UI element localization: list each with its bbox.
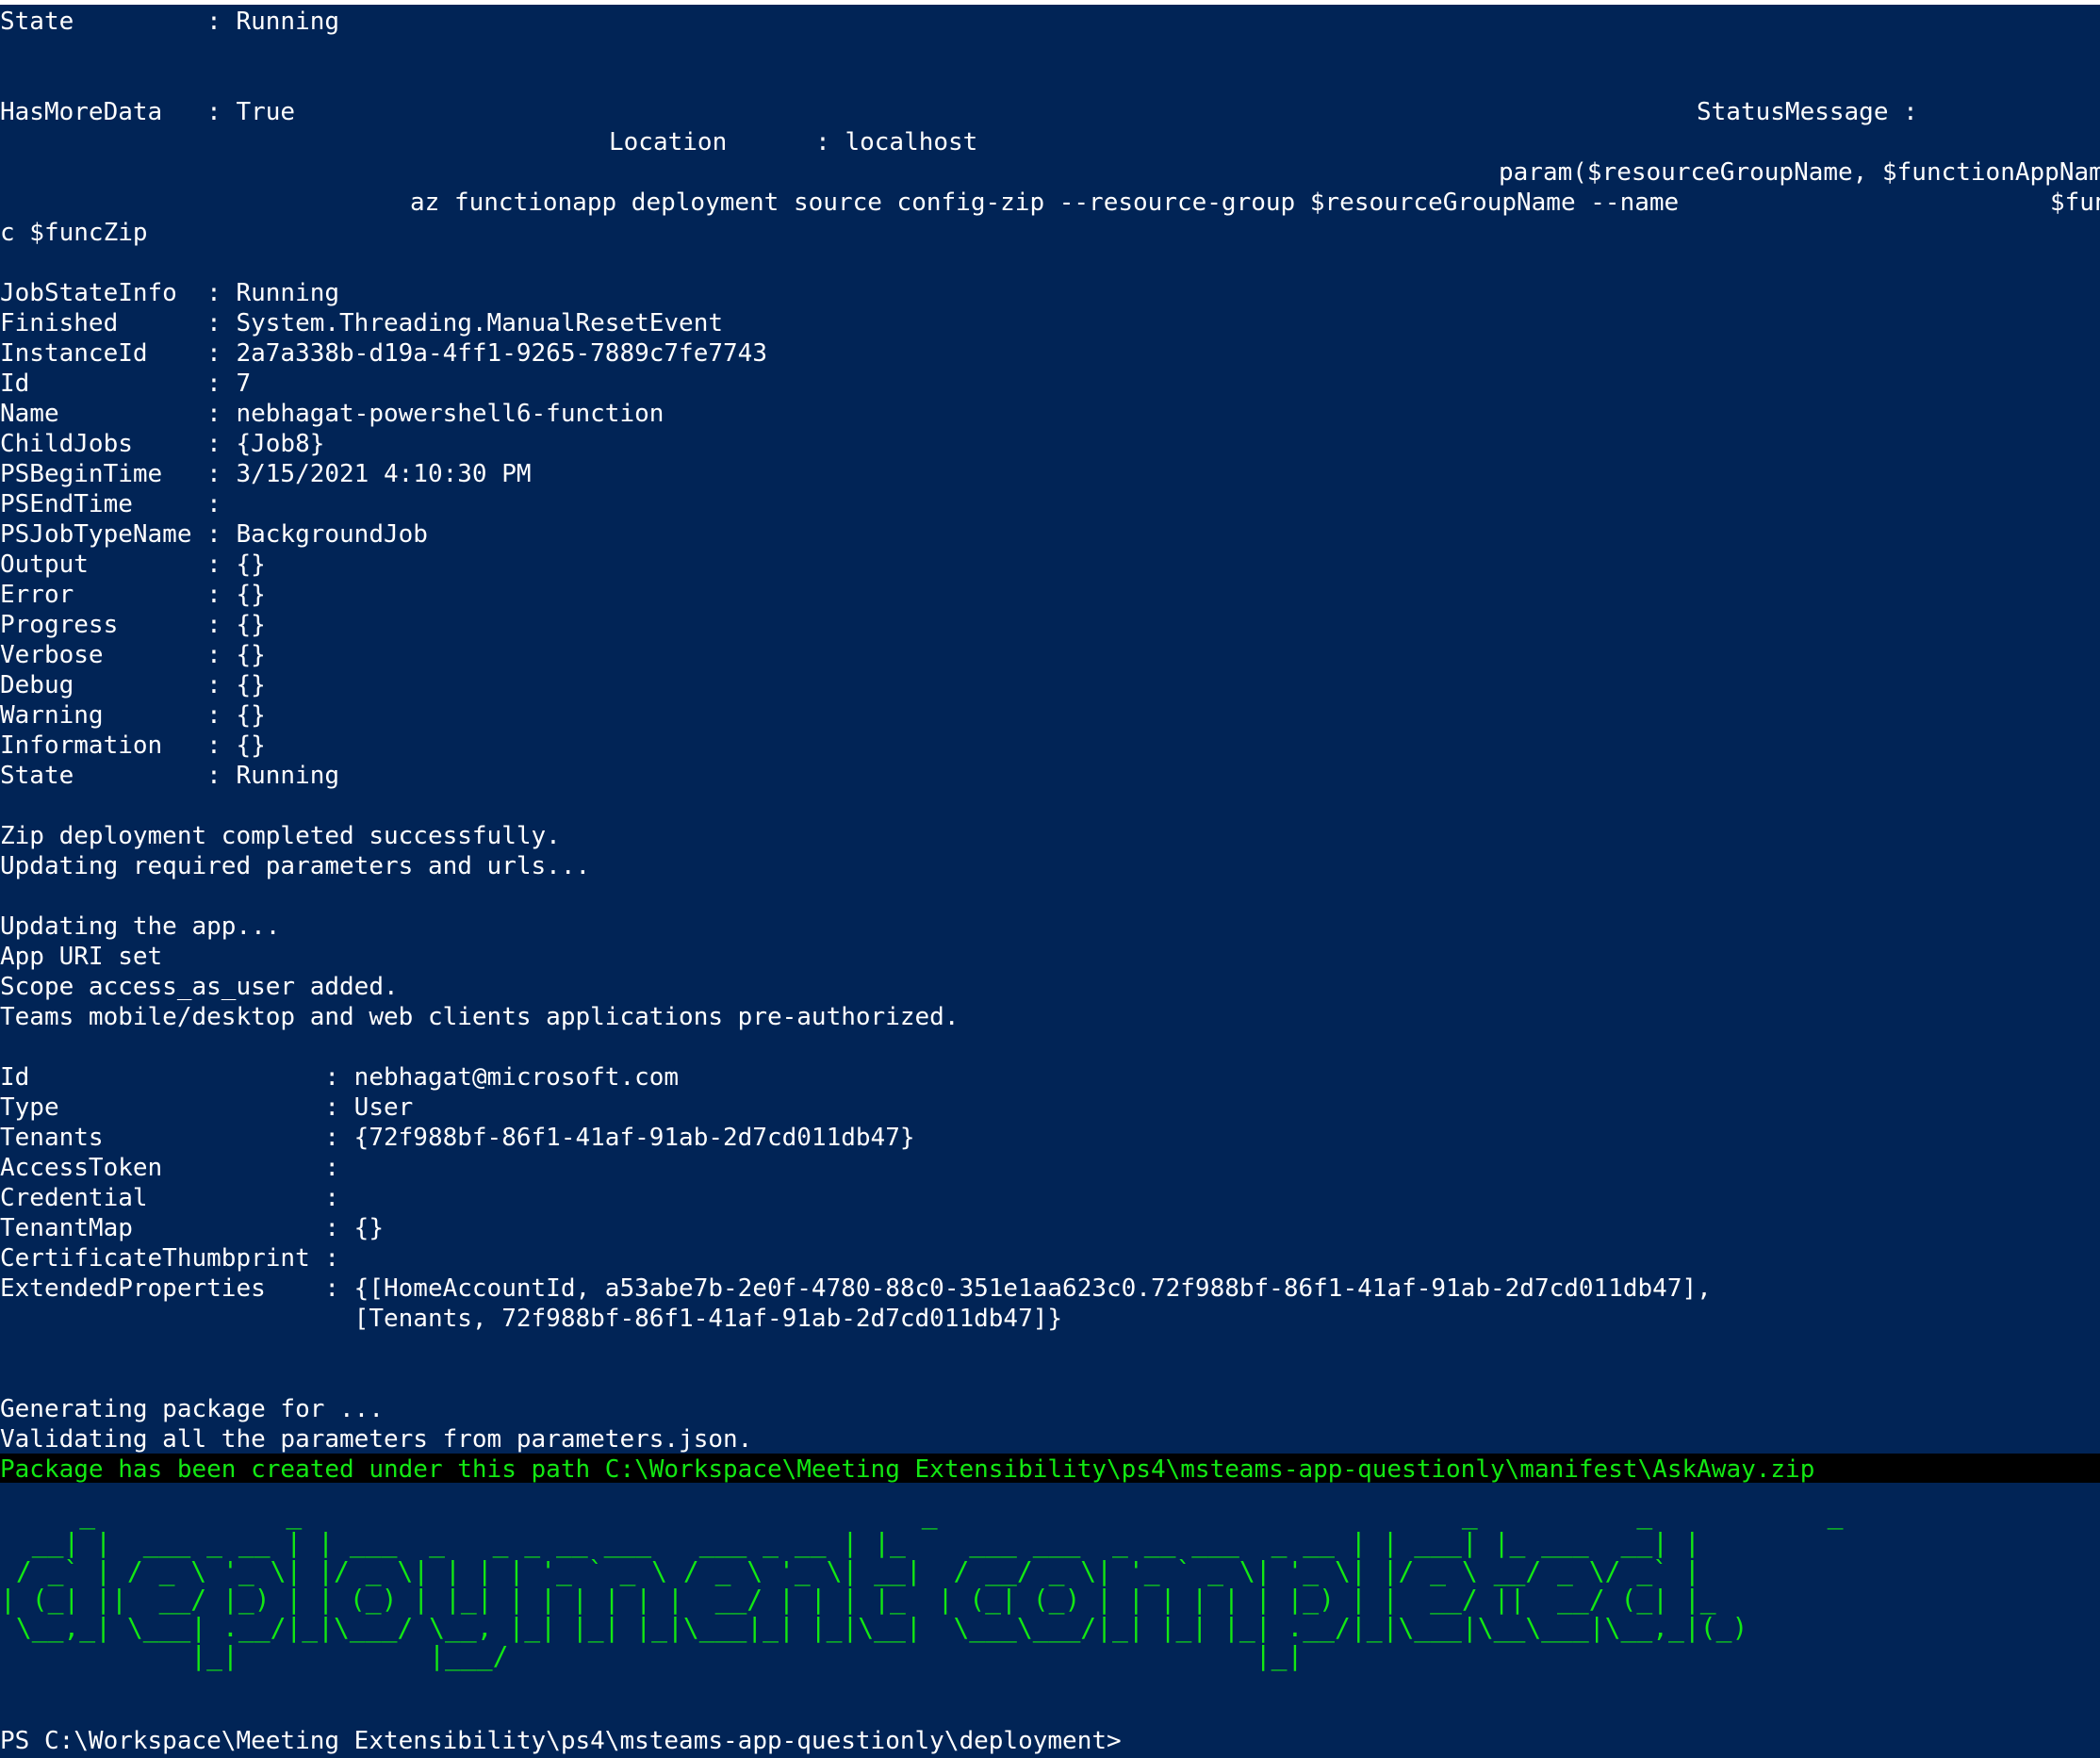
console-line: ExtendedProperties : {[HomeAccountId, a5… [0, 1274, 1712, 1303]
console-line: Id : nebhagat@microsoft.com [0, 1063, 680, 1092]
powershell-console[interactable]: State : Running HasMoreData : True Statu… [0, 5, 2100, 1758]
console-line: TenantMap : {} [0, 1214, 384, 1242]
console-line: Updating required parameters and urls... [0, 852, 591, 880]
console-line: Validating all the parameters from param… [0, 1425, 753, 1454]
console-line: Credential : [0, 1184, 340, 1212]
console-line: HasMoreData : True [0, 98, 296, 126]
deployment-completed-banner: _ _ _ _ _ _ __| | ___ _ __ | | ___ _ _ _… [0, 1499, 1844, 1671]
console-line: Location : localhost [609, 128, 978, 156]
command-prompt[interactable]: PS C:\Workspace\Meeting Extensibility\ps… [0, 1726, 1122, 1756]
console-line: az functionapp deployment source config-… [410, 189, 1680, 217]
console-line: Id : 7 [0, 370, 252, 398]
console-line: App URI set [0, 943, 163, 971]
console-line: JobStateInfo : Running [0, 279, 340, 307]
console-line: State : Running [0, 762, 340, 790]
console-line: Warning : {} [0, 701, 266, 730]
console-line: Debug : {} [0, 671, 266, 699]
console-line: Type : User [0, 1093, 414, 1122]
console-line: Name : nebhagat-powershell6-function [0, 400, 664, 428]
console-line: PSJobTypeName : BackgroundJob [0, 520, 428, 549]
console-line: Scope access_as_user added. [0, 973, 399, 1001]
console-line: Tenants : {72f988bf-86f1-41af-91ab-2d7cd… [0, 1124, 915, 1152]
console-line: ChildJobs : {Job8} [0, 430, 325, 458]
console-line: Output : {} [0, 550, 266, 579]
console-line: Zip deployment completed successfully. [0, 822, 561, 850]
console-line: PSEndTime : [0, 490, 221, 518]
console-line: Progress : {} [0, 611, 266, 639]
console-line: PSBeginTime : 3/15/2021 4:10:30 PM [0, 460, 532, 488]
console-line: InstanceId : 2a7a338b-d19a-4ff1-9265-788… [0, 339, 767, 368]
console-line: Verbose : {} [0, 641, 266, 669]
console-line: param($resourceGroupName, $functionAppNa… [1499, 158, 2100, 187]
console-line: $fun [2050, 189, 2100, 217]
console-line: Updating the app... [0, 912, 281, 941]
console-line: AccessToken : [0, 1154, 340, 1182]
console-line: [Tenants, 72f988bf-86f1-41af-91ab-2d7cd0… [0, 1305, 1063, 1333]
success-message: Package has been created under this path… [0, 1455, 1815, 1484]
console-line: Information : {} [0, 731, 266, 760]
console-line: Error : {} [0, 581, 266, 609]
console-line: c $funcZip [0, 219, 148, 247]
console-line: StatusMessage : [1697, 98, 1918, 126]
console-line: Generating package for ... [0, 1395, 384, 1423]
console-line: CertificateThumbprint : [0, 1244, 340, 1273]
console-line: Teams mobile/desktop and web clients app… [0, 1003, 960, 1031]
console-line: Finished : System.Threading.ManualResetE… [0, 309, 724, 337]
console-line: State : Running [0, 8, 340, 36]
